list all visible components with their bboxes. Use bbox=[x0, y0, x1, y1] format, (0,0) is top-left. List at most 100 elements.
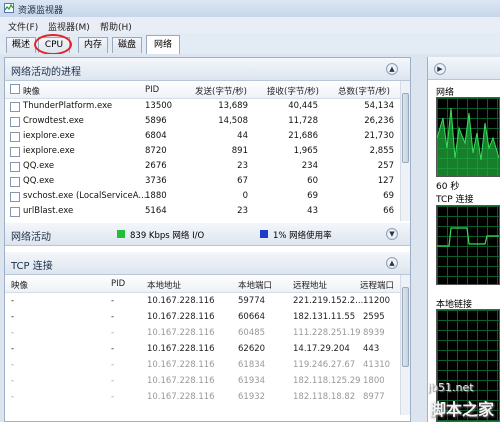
tcp-scrollbar[interactable] bbox=[400, 275, 410, 415]
process-checkbox[interactable] bbox=[10, 132, 20, 142]
process-checkbox[interactable] bbox=[10, 117, 20, 127]
tcp-local-address: 10.167.228.116 bbox=[147, 392, 215, 402]
tcp-col-local-address[interactable]: 本地地址 bbox=[147, 279, 181, 291]
menu-file[interactable]: 文件(F) bbox=[8, 20, 38, 33]
tcp-remote-address: 119.246.27.67 bbox=[293, 360, 356, 370]
process-row[interactable]: ThunderPlatform.exe 13500 13,689 40,445 54,1… bbox=[5, 99, 400, 114]
process-row[interactable]: svchost.exe (LocalServiceA... 1880 0 69 69 bbox=[5, 189, 400, 204]
tcp-remote-port: 11200 bbox=[363, 296, 391, 306]
process-image: QQ.exe bbox=[23, 161, 55, 171]
process-checkbox[interactable] bbox=[10, 147, 20, 157]
tab-disk[interactable]: 磁盘 bbox=[112, 37, 142, 53]
process-row[interactable]: QQ.exe 3736 67 60 127 bbox=[5, 174, 400, 189]
tcp-column-header: 映像 PID 本地地址 本地端口 远程地址 远程端口 bbox=[5, 275, 400, 293]
process-row[interactable]: urlBlast.exe 5164 23 43 66 bbox=[5, 204, 400, 219]
tcp-remote-address: 182.118.125.29 bbox=[293, 376, 361, 386]
collapse-tcp-button[interactable]: ▲ bbox=[386, 257, 398, 269]
tcp-col-remote-address[interactable]: 远程地址 bbox=[293, 279, 327, 291]
tcp-remote-port: 8939 bbox=[363, 328, 385, 338]
tcp-remote-address: 182.118.18.82 bbox=[293, 392, 356, 402]
process-row[interactable]: QQ.exe 2676 23 234 257 bbox=[5, 159, 400, 174]
tcp-col-image[interactable]: 映像 bbox=[11, 279, 28, 291]
process-send: 23 bbox=[237, 206, 248, 216]
tcp-pid: - bbox=[111, 296, 115, 306]
process-image: Crowdtest.exe bbox=[23, 116, 84, 126]
process-pid: 3736 bbox=[145, 176, 167, 186]
col-send[interactable]: 发送(字节/秒) bbox=[195, 85, 247, 97]
process-total: 21,730 bbox=[364, 131, 394, 141]
menu-help[interactable]: 帮助(H) bbox=[100, 20, 132, 33]
tcp-row[interactable]: - - 10.167.228.116 60485 111.228.251.19 8939 bbox=[5, 326, 400, 341]
process-row[interactable]: Crowdtest.exe 5896 14,508 11,728 26,236 bbox=[5, 114, 400, 129]
select-all-checkbox[interactable] bbox=[10, 84, 20, 94]
tcp-row[interactable]: - - 10.167.228.116 61934 182.118.125.29 1800 bbox=[5, 374, 400, 389]
tcp-local-port: 59774 bbox=[238, 296, 266, 306]
tcp-remote-address: 182.131.11.55 bbox=[293, 312, 356, 322]
tab-cpu[interactable]: CPU bbox=[38, 37, 70, 53]
processes-section-header[interactable]: 网络活动的进程 ▲ bbox=[5, 58, 410, 81]
process-total: 26,236 bbox=[364, 116, 394, 126]
process-checkbox[interactable] bbox=[10, 162, 20, 172]
tcp-row[interactable]: - - 10.167.228.116 60664 182.131.11.55 2595 bbox=[5, 310, 400, 325]
col-recv[interactable]: 接收(字节/秒) bbox=[267, 85, 319, 97]
processes-scrollbar[interactable] bbox=[400, 81, 410, 221]
network-activity-section-header[interactable]: 网络活动 839 Kbps 网络 I/O 1% 网络使用率 ▼ bbox=[5, 223, 410, 246]
tab-network[interactable]: 网络 bbox=[146, 35, 180, 54]
menu-monitor[interactable]: 监视器(M) bbox=[48, 20, 90, 33]
tcp-image: - bbox=[11, 376, 15, 386]
right-pane-toggle-button[interactable]: ▶ bbox=[434, 63, 446, 75]
tcp-section-header[interactable]: TCP 连接 ▲ bbox=[5, 252, 410, 275]
process-pid: 8720 bbox=[145, 146, 167, 156]
process-checkbox[interactable] bbox=[10, 192, 20, 202]
tcp-local-port: 62620 bbox=[238, 344, 266, 354]
left-pane: 网络活动的进程 ▲ 映像 PID 发送(字节/秒) 接收(字节/秒) 总数(字节… bbox=[4, 57, 411, 422]
tcp-image: - bbox=[11, 360, 15, 370]
process-recv: 11,728 bbox=[288, 116, 318, 126]
process-total: 257 bbox=[377, 161, 394, 171]
col-pid[interactable]: PID bbox=[145, 85, 159, 95]
process-pid: 1880 bbox=[145, 191, 167, 201]
processes-scroll-thumb[interactable] bbox=[402, 93, 409, 163]
process-send: 67 bbox=[237, 176, 248, 186]
process-image: ThunderPlatform.exe bbox=[23, 101, 113, 111]
process-pid: 6804 bbox=[145, 131, 167, 141]
expand-network-activity-button[interactable]: ▼ bbox=[386, 228, 398, 240]
tcp-remote-address: 14.17.29.204 bbox=[293, 344, 350, 354]
tcp-remote-port: 1800 bbox=[363, 376, 385, 386]
tcp-remote-address: 221.219.152.2... bbox=[293, 296, 364, 306]
collapse-processes-button[interactable]: ▲ bbox=[386, 63, 398, 75]
tcp-row[interactable]: - - 10.167.228.116 61932 182.118.18.82 8977 bbox=[5, 390, 400, 405]
tab-memory[interactable]: 内存 bbox=[78, 37, 108, 53]
tcp-local-port: 60664 bbox=[238, 312, 266, 322]
tcp-scroll-thumb[interactable] bbox=[402, 287, 409, 367]
col-total[interactable]: 总数(字节/秒) bbox=[338, 85, 390, 97]
tcp-local-port: 61934 bbox=[238, 376, 266, 386]
network-io-color-swatch bbox=[117, 230, 125, 238]
tab-strip: 概述 CPU 内存 磁盘 网络 bbox=[0, 33, 500, 54]
resource-monitor-icon bbox=[4, 3, 14, 13]
process-row[interactable]: iexplore.exe 8720 891 1,965 2,855 bbox=[5, 144, 400, 159]
tcp-pid: - bbox=[111, 344, 115, 354]
tcp-row[interactable]: - - 10.167.228.116 61834 119.246.27.67 41310 bbox=[5, 358, 400, 373]
network-graph bbox=[436, 97, 500, 177]
process-total: 127 bbox=[377, 176, 394, 186]
col-image[interactable]: 映像 bbox=[23, 85, 40, 97]
process-row[interactable]: iexplore.exe 6804 44 21,686 21,730 bbox=[5, 129, 400, 144]
watermark-site: jb51.net bbox=[428, 381, 474, 394]
process-checkbox[interactable] bbox=[10, 177, 20, 187]
tcp-col-remote-port[interactable]: 远程端口 bbox=[360, 279, 394, 291]
process-checkbox[interactable] bbox=[10, 102, 20, 112]
tcp-row[interactable]: - - 10.167.228.116 62620 14.17.29.204 443 bbox=[5, 342, 400, 357]
process-checkbox[interactable] bbox=[10, 207, 20, 217]
tab-overview[interactable]: 概述 bbox=[6, 37, 36, 53]
tcp-remote-port: 41310 bbox=[363, 360, 391, 370]
process-recv: 69 bbox=[307, 191, 318, 201]
tcp-col-pid[interactable]: PID bbox=[111, 279, 125, 289]
process-recv: 234 bbox=[301, 161, 318, 171]
processes-section-title: 网络活动的进程 bbox=[11, 67, 81, 78]
tcp-row[interactable]: - - 10.167.228.116 59774 221.219.152.2... 112… bbox=[5, 294, 400, 309]
tcp-col-local-port[interactable]: 本地端口 bbox=[238, 279, 272, 291]
process-total: 2,855 bbox=[369, 146, 394, 156]
tcp-image: - bbox=[11, 312, 15, 322]
process-send: 23 bbox=[237, 161, 248, 171]
